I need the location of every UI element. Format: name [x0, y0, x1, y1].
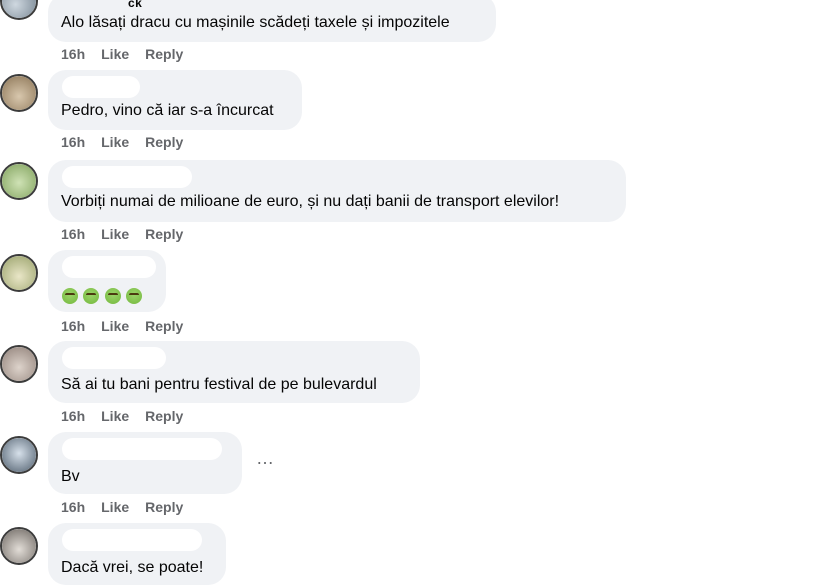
avatar[interactable] [0, 436, 38, 474]
comment-actions: 16h Like Reply [61, 46, 183, 62]
reply-button[interactable]: Reply [145, 318, 183, 334]
timestamp[interactable]: 16h [61, 134, 85, 150]
author-name[interactable] [62, 76, 140, 98]
nauseated-face-emoji [83, 287, 100, 304]
comment-text: Să ai tu bani pentru festival de pe bule… [61, 376, 377, 393]
author-name[interactable] [62, 438, 222, 460]
like-button[interactable]: Like [101, 226, 129, 242]
avatar[interactable] [0, 0, 38, 20]
avatar[interactable] [0, 345, 38, 383]
comment-actions: 16h Like Reply [61, 318, 183, 334]
reply-button[interactable]: Reply [145, 499, 183, 515]
comment-text: Dacă vrei, se poate! [61, 559, 204, 576]
nauseated-face-emoji [126, 287, 143, 304]
like-button[interactable]: Like [101, 499, 129, 515]
avatar[interactable] [0, 254, 38, 292]
like-button[interactable]: Like [101, 408, 129, 424]
comment-actions: 16h Like Reply [61, 134, 183, 150]
reply-button[interactable]: Reply [145, 408, 183, 424]
reply-button[interactable]: Reply [145, 134, 183, 150]
like-button[interactable]: Like [101, 318, 129, 334]
author-name[interactable] [62, 347, 166, 369]
comment-bubble: ck Alo lăsați dracu cu mașinile scădeți … [48, 0, 496, 42]
comment-text: Pedro, vino că iar s-a încurcat [61, 102, 274, 119]
nauseated-face-emoji [104, 287, 121, 304]
avatar[interactable] [0, 527, 38, 565]
author-name[interactable]: ck [128, 0, 142, 10]
comment-bubble: Dacă vrei, se poate! [48, 523, 226, 585]
like-button[interactable]: Like [101, 134, 129, 150]
timestamp[interactable]: 16h [61, 318, 85, 334]
comment-bubble: Să ai tu bani pentru festival de pe bule… [48, 341, 420, 403]
comment-text: Bv [61, 468, 80, 485]
reply-button[interactable]: Reply [145, 226, 183, 242]
comment-actions: 16h Like Reply [61, 408, 183, 424]
comment-bubble [48, 250, 166, 312]
timestamp[interactable]: 16h [61, 408, 85, 424]
timestamp[interactable]: 16h [61, 226, 85, 242]
comment-text: Alo lăsați dracu cu mașinile scădeți tax… [61, 14, 450, 31]
timestamp[interactable]: 16h [61, 46, 85, 62]
like-button[interactable]: Like [101, 46, 129, 62]
author-name[interactable] [62, 256, 156, 278]
more-options-icon[interactable]: … [256, 448, 275, 469]
avatar[interactable] [0, 162, 38, 200]
nauseated-face-emoji [62, 287, 78, 304]
emoji-row [62, 287, 143, 305]
author-name[interactable] [62, 166, 192, 188]
comment-text: Vorbiți numai de milioane de euro, și nu… [61, 193, 560, 210]
comment-actions: 16h Like Reply [61, 499, 183, 515]
author-name[interactable] [62, 529, 202, 551]
comment-bubble: Vorbiți numai de milioane de euro, și nu… [48, 160, 626, 222]
timestamp[interactable]: 16h [61, 499, 85, 515]
comment-bubble: Bv [48, 432, 242, 494]
reply-button[interactable]: Reply [145, 46, 183, 62]
comment-actions: 16h Like Reply [61, 226, 183, 242]
avatar[interactable] [0, 74, 38, 112]
comment-bubble: Pedro, vino că iar s-a încurcat [48, 70, 302, 130]
